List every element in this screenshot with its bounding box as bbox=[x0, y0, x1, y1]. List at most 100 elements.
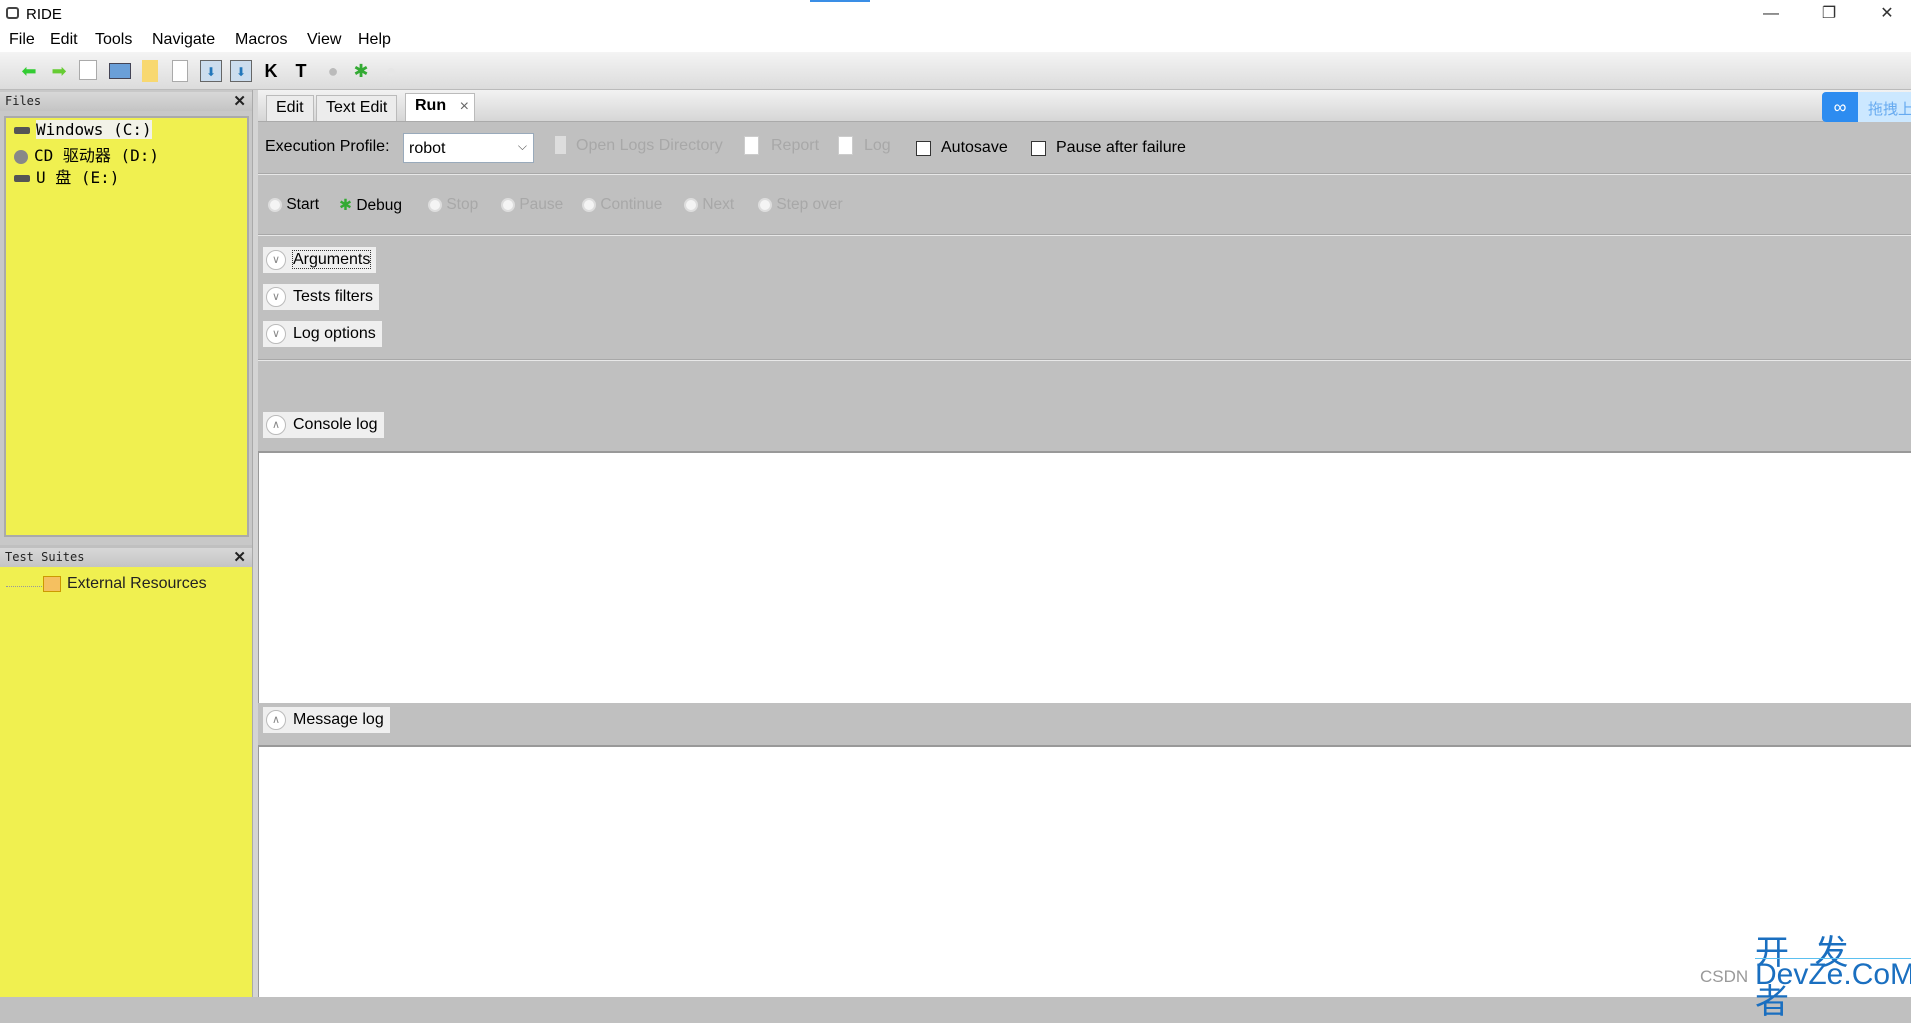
pause-after-failure-label: Pause after failure bbox=[1056, 139, 1186, 156]
tab-run[interactable]: Run × bbox=[405, 93, 475, 121]
close-files-panel-icon[interactable]: ✕ bbox=[233, 92, 246, 111]
message-log-header bbox=[258, 703, 1911, 746]
suites-tree: External Resources bbox=[0, 567, 252, 997]
open-logs-directory-button[interactable]: Open Logs Directory bbox=[576, 137, 723, 155]
continue-button[interactable]: Continue bbox=[582, 196, 662, 214]
back-icon[interactable]: ⬅ bbox=[18, 60, 40, 82]
app-icon bbox=[6, 7, 19, 19]
pause-button[interactable]: Pause bbox=[501, 196, 563, 214]
drive-icon bbox=[14, 127, 30, 134]
files-panel: Files ✕ Windows (C:) CD 驱动器 (D:) U 盘 (E:… bbox=[0, 90, 252, 545]
autosave-label: Autosave bbox=[941, 139, 1008, 156]
console-log-area[interactable] bbox=[258, 451, 1911, 703]
report-button[interactable]: Report bbox=[771, 137, 819, 155]
tab-label: Edit bbox=[276, 99, 304, 116]
menu-edit[interactable]: Edit bbox=[50, 31, 78, 49]
files-panel-title: Files bbox=[5, 94, 42, 108]
button-label: Stop bbox=[446, 196, 479, 213]
tree-item-d[interactable]: CD 驱动器 (D:) bbox=[14, 142, 159, 166]
forward-icon[interactable]: ➡ bbox=[48, 60, 70, 82]
console-log-section-toggle[interactable]: ∧ Console log bbox=[263, 412, 384, 438]
report-icon bbox=[744, 136, 759, 155]
play-icon bbox=[268, 197, 282, 212]
start-button[interactable]: Start bbox=[268, 196, 319, 214]
overlay-label: 拖拽上 bbox=[1868, 101, 1911, 118]
log-button[interactable]: Log bbox=[864, 137, 891, 155]
chevron-up-icon: ∧ bbox=[266, 415, 286, 435]
section-label: Console log bbox=[293, 416, 378, 433]
window-title: RIDE bbox=[26, 6, 62, 23]
new-file-icon[interactable] bbox=[172, 60, 188, 82]
tab-label: Run bbox=[415, 97, 447, 114]
search-tests-icon[interactable]: T bbox=[290, 60, 312, 82]
close-tab-icon[interactable]: × bbox=[460, 95, 469, 119]
section-label: Message log bbox=[293, 711, 384, 728]
stop-icon bbox=[428, 197, 442, 212]
tree-item-label: U 盘 (E:) bbox=[36, 168, 120, 187]
menu-view[interactable]: View bbox=[307, 31, 341, 49]
tree-connector bbox=[6, 586, 42, 587]
save-icon[interactable]: ⬇ bbox=[200, 60, 222, 82]
tests-filters-section-toggle[interactable]: ∨ Tests filters bbox=[263, 284, 380, 310]
new-project-icon[interactable] bbox=[79, 60, 97, 80]
button-label: Continue bbox=[600, 196, 663, 213]
select-value: robot bbox=[409, 140, 446, 157]
section-label: Log options bbox=[293, 325, 376, 342]
menu-navigate[interactable]: Navigate bbox=[152, 31, 215, 49]
message-log-section-toggle[interactable]: ∧ Message log bbox=[263, 707, 390, 733]
open-directory-icon[interactable] bbox=[142, 60, 158, 82]
toolbar: ⬅ ➡ ⬇ ⬇ K T ● ✱ ● bbox=[0, 52, 1911, 90]
tree-item-c[interactable]: Windows (C:) bbox=[14, 120, 152, 139]
bug-icon: ✱ bbox=[339, 197, 352, 214]
pause-icon bbox=[501, 197, 515, 212]
drive-icon bbox=[14, 175, 30, 182]
tree-item-e[interactable]: U 盘 (E:) bbox=[14, 164, 119, 188]
close-button[interactable]: ✕ bbox=[1858, 0, 1911, 27]
button-label: Step over bbox=[776, 196, 843, 213]
chevron-down-icon: ⌵ bbox=[517, 139, 527, 153]
save-all-icon[interactable]: ⬇ bbox=[230, 60, 252, 82]
execution-profile-label: Execution Profile: bbox=[265, 138, 390, 155]
run-icon[interactable]: ● bbox=[322, 60, 344, 82]
arguments-section-toggle[interactable]: ∨ Arguments bbox=[263, 247, 377, 273]
menu-bar: File Edit Tools Navigate Macros View Hel… bbox=[0, 27, 1911, 52]
execution-profile-select[interactable]: robot ⌵ bbox=[403, 133, 534, 163]
stop-button[interactable]: Stop bbox=[428, 196, 478, 214]
cloud-icon: ∞ bbox=[1822, 92, 1858, 122]
next-icon bbox=[684, 197, 698, 212]
search-keywords-icon[interactable]: K bbox=[260, 60, 282, 82]
tree-item-external-resources[interactable]: External Resources bbox=[67, 575, 207, 593]
title-bar: RIDE — ❐ ✕ bbox=[0, 0, 1911, 27]
menu-tools[interactable]: Tools bbox=[95, 31, 132, 49]
folder-icon bbox=[555, 136, 566, 154]
section-label: Tests filters bbox=[293, 288, 374, 305]
log-options-section-toggle[interactable]: ∨ Log options bbox=[263, 321, 382, 347]
menu-file[interactable]: File bbox=[9, 31, 35, 49]
chevron-down-icon: ∨ bbox=[266, 287, 286, 307]
autosave-checkbox[interactable] bbox=[916, 141, 931, 156]
debug-button[interactable]: ✱ Debug bbox=[339, 196, 402, 215]
menu-macros[interactable]: Macros bbox=[235, 31, 287, 49]
restore-button[interactable]: ❐ bbox=[1800, 0, 1858, 27]
divider bbox=[258, 359, 1911, 361]
upload-overlay[interactable]: ∞ 拖拽上 bbox=[1822, 92, 1911, 122]
tab-edit[interactable]: Edit bbox=[266, 95, 314, 121]
pause-after-failure-checkbox[interactable] bbox=[1031, 141, 1046, 156]
files-panel-header: Files ✕ bbox=[0, 92, 252, 111]
files-tree: Windows (C:) CD 驱动器 (D:) U 盘 (E:) bbox=[4, 116, 249, 537]
step-over-button[interactable]: Step over bbox=[758, 196, 843, 214]
message-log-area[interactable] bbox=[258, 745, 1911, 997]
next-button[interactable]: Next bbox=[684, 196, 734, 214]
open-icon[interactable] bbox=[109, 63, 131, 79]
close-test-suites-icon[interactable]: ✕ bbox=[233, 548, 246, 567]
watermark-site: DevZe.CoM bbox=[1755, 958, 1911, 991]
tab-text-edit[interactable]: Text Edit bbox=[316, 95, 398, 121]
button-label: Next bbox=[702, 196, 735, 213]
stop-icon[interactable]: ● bbox=[380, 60, 402, 82]
chevron-down-icon: ∨ bbox=[266, 324, 286, 344]
divider bbox=[258, 234, 1911, 236]
external-resources-icon bbox=[43, 576, 61, 592]
minimize-button[interactable]: — bbox=[1742, 0, 1800, 27]
menu-help[interactable]: Help bbox=[358, 31, 391, 49]
debug-icon[interactable]: ✱ bbox=[350, 60, 372, 82]
